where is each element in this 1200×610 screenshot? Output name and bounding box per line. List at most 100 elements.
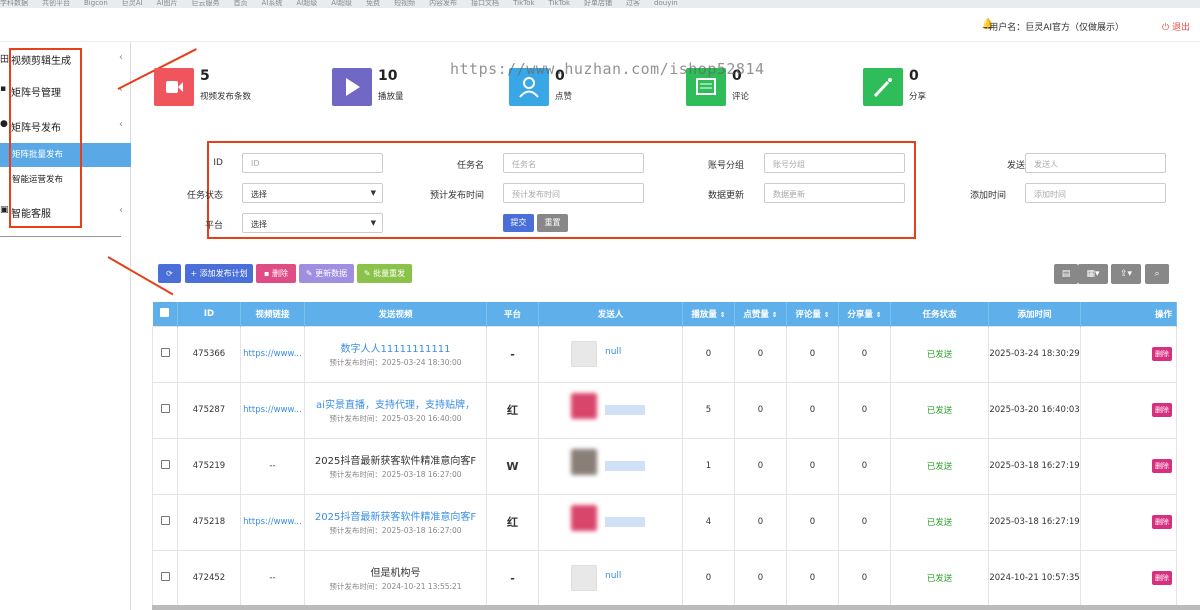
row-delete-button[interactable]: 删除	[1152, 571, 1172, 585]
actions-cell: 删除	[1080, 325, 1177, 383]
bookmark-item[interactable]: TikTok	[513, 0, 534, 7]
update-input[interactable]: 数据更新	[764, 183, 905, 203]
sender-name[interactable]: null	[605, 571, 621, 581]
shares: 0	[838, 325, 891, 383]
task-status-select[interactable]: 选择 ▼	[242, 183, 383, 203]
task-name-input[interactable]: 任务名	[503, 153, 644, 173]
sender-name-blurred	[605, 517, 645, 527]
row-id: 475218	[177, 493, 241, 551]
col-id[interactable]: ID	[177, 302, 241, 326]
bookmark-item[interactable]: AI超级	[296, 0, 317, 7]
col-plays[interactable]: 播放量 ⇕	[682, 302, 735, 326]
row-checkbox[interactable]	[152, 325, 178, 383]
top-bar: 🔔 用户名：巨灵AI官方（仅做展示） ⏻ 退出	[0, 8, 1200, 42]
bookmark-item[interactable]: 接口文档	[471, 0, 499, 7]
row-delete-button[interactable]: 删除	[1152, 515, 1172, 529]
row-checkbox[interactable]	[152, 381, 178, 439]
bookmark-item[interactable]: 内容发布	[429, 0, 457, 7]
status-cell: 已发送	[890, 549, 989, 607]
row-id: 475219	[177, 437, 241, 495]
horizontal-scrollbar[interactable]	[152, 605, 1200, 610]
row-checkbox[interactable]	[152, 437, 178, 495]
annotation-box-sidebar	[9, 48, 82, 228]
video-title[interactable]: 但是机构号	[305, 564, 486, 579]
bookmark-item[interactable]: TikTok	[549, 0, 570, 7]
sort-icon: ⇕	[823, 310, 830, 319]
bookmark-item[interactable]: 短视频	[394, 0, 415, 7]
col-comments[interactable]: 评论量 ⇕	[786, 302, 839, 326]
bookmark-item[interactable]: douyin	[654, 0, 678, 7]
sender-input[interactable]: 发送人	[1025, 153, 1166, 173]
caret-down-icon: ▼	[370, 189, 376, 197]
col-shares[interactable]: 分享量 ⇕	[838, 302, 891, 326]
select-all-checkbox[interactable]	[152, 302, 178, 326]
sender-name[interactable]: null	[605, 347, 621, 357]
video-title[interactable]: 2025抖音最新获客软件精准意向客F	[305, 452, 486, 467]
reset-button[interactable]: 重置	[537, 214, 568, 232]
bookmark-item[interactable]: Bigcon	[84, 0, 108, 7]
video-link[interactable]: https://www...	[240, 493, 305, 551]
group-input[interactable]: 账号分组	[764, 153, 905, 173]
bookmark-item[interactable]: AI系统	[261, 0, 282, 7]
add-plan-button[interactable]: + 添加发布计划	[185, 264, 253, 283]
platform-select[interactable]: 选择 ▼	[242, 213, 383, 233]
video-title[interactable]: ai实景直播，支持代理，支持贴牌，	[305, 396, 486, 411]
likes: 0	[734, 549, 787, 607]
video-link[interactable]: https://www...	[240, 381, 305, 439]
bookmark-item[interactable]: AI图片	[157, 0, 178, 7]
video-link[interactable]: https://www...	[240, 325, 305, 383]
col-sender: 发送人	[538, 302, 683, 326]
row-checkbox[interactable]	[152, 493, 178, 551]
search-button[interactable]: ⌕	[1145, 264, 1169, 284]
platform-cell: -	[486, 325, 539, 383]
table-icon: ▤	[1061, 269, 1071, 279]
video-title[interactable]: 数字人人11111111111	[305, 340, 486, 355]
bookmark-item[interactable]: 学科数据	[0, 0, 28, 7]
comments: 0	[786, 325, 839, 383]
bookmark-item[interactable]: 巨灵AI	[122, 0, 143, 7]
send-video-cell: 数字人人11111111111 预计发布时间：2025-03-24 18:30:0…	[304, 325, 487, 383]
col-likes[interactable]: 点赞量 ⇕	[734, 302, 787, 326]
bookmark-item[interactable]: 共创平台	[42, 0, 70, 7]
delete-button[interactable]: ▪ 删除	[256, 264, 296, 283]
logout-link[interactable]: ⏻ 退出	[1162, 20, 1190, 33]
platform-icon: 红	[507, 404, 518, 417]
status-cell: 已发送	[890, 381, 989, 439]
table-view-button[interactable]: ▤	[1054, 264, 1078, 284]
submit-button[interactable]: 提交	[503, 214, 534, 232]
bookmark-item[interactable]: 首页	[233, 0, 247, 7]
sender-cell	[538, 437, 683, 495]
columns-button[interactable]: ▦▾	[1078, 264, 1108, 284]
plays: 4	[682, 493, 735, 551]
update-data-button[interactable]: ✎ 更新数据	[299, 264, 354, 283]
magic-icon	[863, 68, 903, 106]
export-button[interactable]: ⇪▾	[1111, 264, 1141, 284]
comments: 0	[786, 549, 839, 607]
plan-time-input[interactable]: 预计发布时间	[503, 183, 644, 203]
group-label: 账号分组	[707, 161, 744, 171]
bookmark-item[interactable]: 过客	[626, 0, 640, 7]
send-video-cell: 但是机构号 预计发布时间：2024-10-21 13:55:21	[304, 549, 487, 607]
row-delete-button[interactable]: 删除	[1152, 403, 1172, 417]
comments: 0	[786, 493, 839, 551]
bookmark-item[interactable]: AI超级	[331, 0, 352, 7]
bookmark-item[interactable]: 免费	[366, 0, 380, 7]
row-delete-button[interactable]: 删除	[1152, 347, 1172, 361]
added-time: 2025-03-18 16:27:19	[988, 437, 1081, 495]
send-icon: ●	[0, 119, 8, 129]
bookmark-item[interactable]: 好单店铺	[584, 0, 612, 7]
bookmark-item[interactable]: 巨云服务	[191, 0, 219, 7]
send-video-cell: 2025抖音最新获客软件精准意向客F 预计发布时间：2025-03-18 16:2…	[304, 493, 487, 551]
id-input[interactable]: ID	[242, 153, 383, 173]
row-delete-button[interactable]: 删除	[1152, 459, 1172, 473]
video-title[interactable]: 2025抖音最新获客软件精准意向客F	[305, 508, 486, 523]
platform-cell: W	[486, 437, 539, 495]
batch-resend-button[interactable]: ✎ 批量重发	[357, 264, 412, 283]
col-actions: 操作	[1080, 302, 1177, 326]
bookmarks-bar: 学科数据 共创平台 Bigcon 巨灵AI AI图片 巨云服务 首页 AI系统 AI超级 AI超级…	[0, 0, 1200, 8]
added-time-input[interactable]: 添加时间	[1025, 183, 1166, 203]
platform-cell: -	[486, 549, 539, 607]
row-checkbox[interactable]	[152, 549, 178, 607]
avatar	[571, 565, 597, 591]
refresh-button[interactable]: ⟳	[158, 264, 181, 283]
